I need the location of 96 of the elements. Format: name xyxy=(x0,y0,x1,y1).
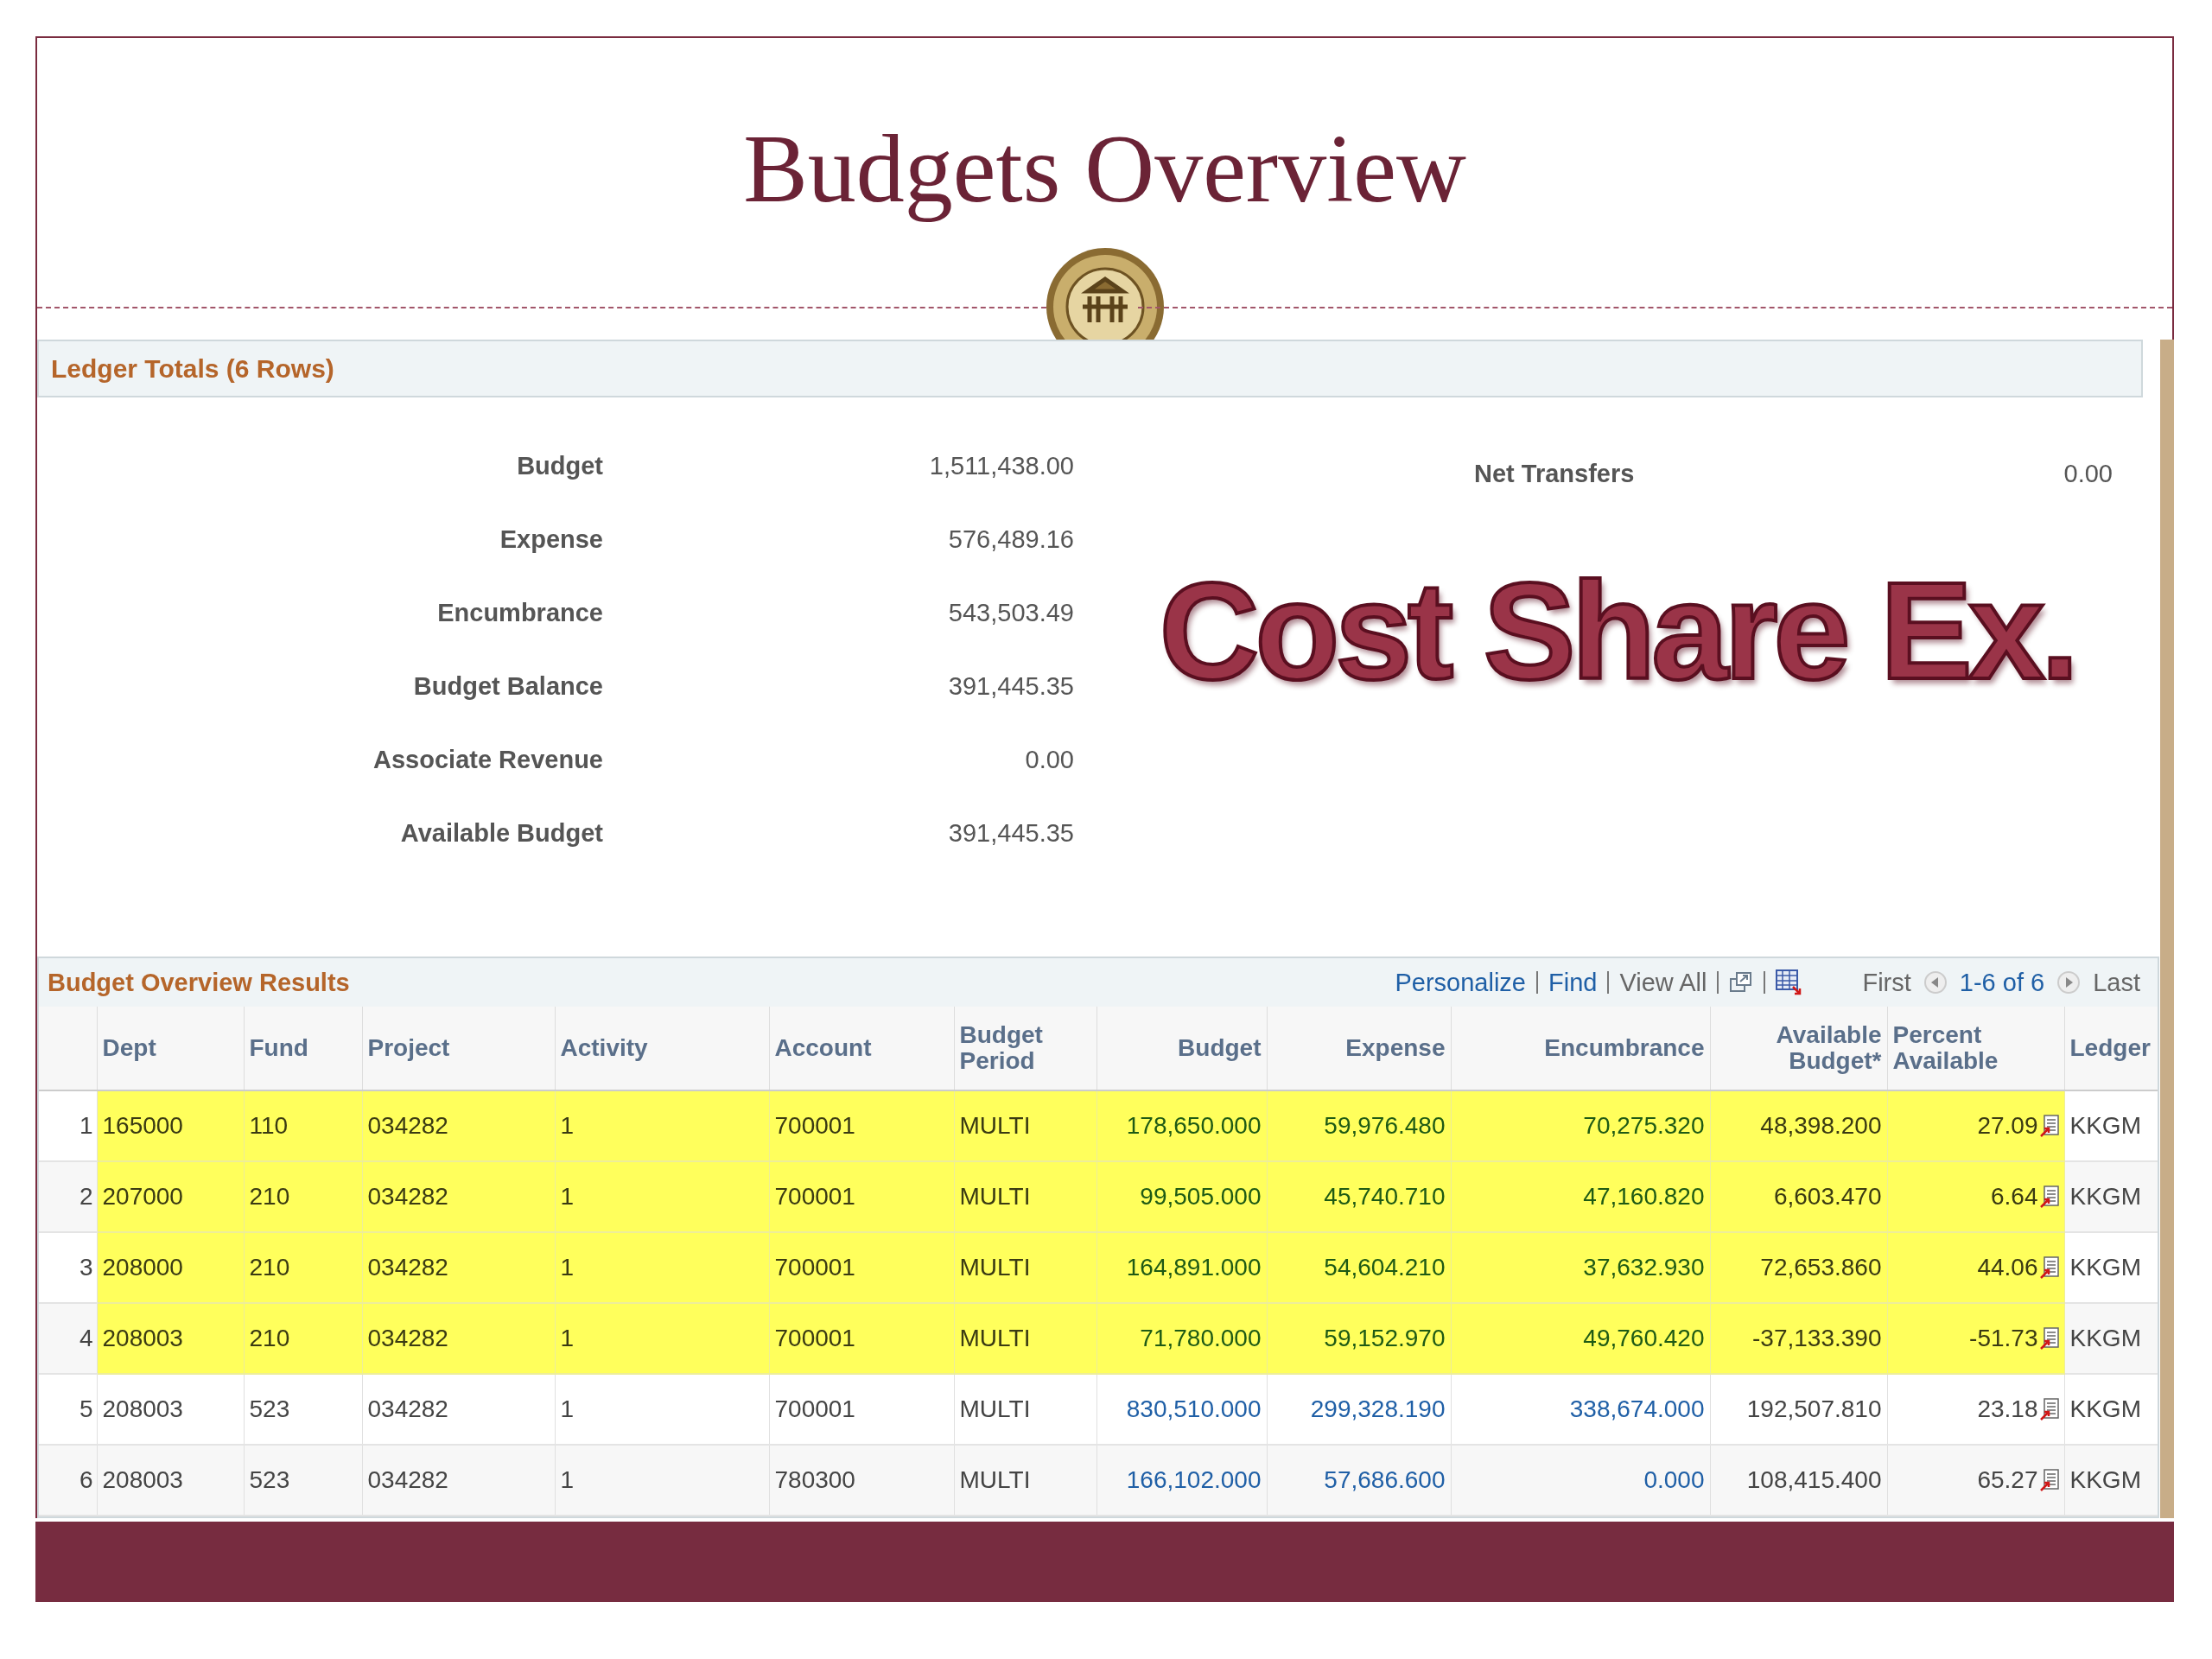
total-label: Available Budget xyxy=(399,818,603,849)
table-cell: 210 xyxy=(244,1161,362,1232)
table-cell: 034282 xyxy=(362,1232,555,1303)
previous-icon[interactable] xyxy=(1923,970,1948,995)
table-cell: KKGM xyxy=(2064,1303,2158,1374)
section-title: Budget Overview Results xyxy=(48,968,351,997)
amount-link[interactable]: 71,780.000 xyxy=(1096,1303,1267,1374)
row-number: 4 xyxy=(39,1303,97,1374)
table-cell: MULTI xyxy=(954,1445,1096,1516)
table-cell: 1 xyxy=(555,1445,769,1516)
percent-value: 27.09 xyxy=(1977,1112,2038,1140)
table-cell: 210 xyxy=(244,1232,362,1303)
table-cell: KKGM xyxy=(2064,1161,2158,1232)
amount-link[interactable]: 99,505.000 xyxy=(1096,1161,1267,1232)
report-icon[interactable] xyxy=(2039,1185,2059,1208)
section-title: Ledger Totals (6 Rows) xyxy=(51,353,334,384)
total-value: 1,511,438.00 xyxy=(928,451,1074,481)
table-cell: 700001 xyxy=(769,1303,954,1374)
row-number: 6 xyxy=(39,1445,97,1516)
next-icon[interactable] xyxy=(2056,970,2082,995)
table-cell: MULTI xyxy=(954,1232,1096,1303)
total-value: 391,445.35 xyxy=(947,818,1074,849)
overlay-caption: Cost Share Ex. xyxy=(1159,562,2075,700)
amount-link[interactable]: 0.000 xyxy=(1451,1445,1710,1516)
total-value: 543,503.49 xyxy=(947,598,1074,628)
amount-link[interactable]: 178,650.000 xyxy=(1096,1090,1267,1161)
first-link[interactable]: First xyxy=(1862,968,1911,997)
grid-download-icon[interactable] xyxy=(1776,969,1802,995)
table-cell: 1 xyxy=(555,1090,769,1161)
table-cell: MULTI xyxy=(954,1161,1096,1232)
table-cell: 034282 xyxy=(362,1445,555,1516)
report-icon[interactable] xyxy=(2039,1256,2059,1279)
amount-link[interactable]: 70,275.320 xyxy=(1451,1090,1710,1161)
table-cell: 6,603.470 xyxy=(1710,1161,1887,1232)
page-range: 1-6 of 6 xyxy=(1959,968,2045,997)
table-cell: 208000 xyxy=(97,1232,244,1303)
amount-link[interactable]: 166,102.000 xyxy=(1096,1445,1267,1516)
table-cell: MULTI xyxy=(954,1303,1096,1374)
toolbar-link[interactable]: Find xyxy=(1548,968,1598,997)
total-label: Net Transfers xyxy=(1474,459,1635,489)
amount-link[interactable]: 59,152.970 xyxy=(1267,1303,1451,1374)
total-label: Budget xyxy=(516,451,603,481)
total-value: 391,445.35 xyxy=(947,671,1074,702)
amount-link[interactable]: 45,740.710 xyxy=(1267,1161,1451,1232)
table-cell: -37,133.390 xyxy=(1710,1303,1887,1374)
toolbar-link[interactable]: Personalize xyxy=(1395,968,1526,997)
percent-value: 6.64 xyxy=(1991,1183,2038,1211)
table-cell: 110 xyxy=(244,1090,362,1161)
report-icon[interactable] xyxy=(2039,1469,2059,1491)
table-cell: 700001 xyxy=(769,1161,954,1232)
row-number: 2 xyxy=(39,1161,97,1232)
report-icon[interactable] xyxy=(2039,1115,2059,1137)
last-link[interactable]: Last xyxy=(2093,968,2140,997)
amount-link[interactable]: 47,160.820 xyxy=(1451,1161,1710,1232)
table-cell: 72,653.860 xyxy=(1710,1232,1887,1303)
total-label: Encumbrance xyxy=(436,598,603,628)
total-value: 576,489.16 xyxy=(947,524,1074,555)
table-cell: 165000 xyxy=(97,1090,244,1161)
table-cell: 034282 xyxy=(362,1161,555,1232)
table-cell: 210 xyxy=(244,1303,362,1374)
amount-link[interactable]: 59,976.480 xyxy=(1267,1090,1451,1161)
total-value: 0.00 xyxy=(2063,459,2113,489)
table-cell: 207000 xyxy=(97,1161,244,1232)
report-icon[interactable] xyxy=(2039,1327,2059,1350)
table-cell: 700001 xyxy=(769,1232,954,1303)
table-cell: 1 xyxy=(555,1161,769,1232)
percent-value: -51.73 xyxy=(1969,1325,2038,1352)
amount-link[interactable]: 37,632.930 xyxy=(1451,1232,1710,1303)
percent-value: 44.06 xyxy=(1977,1254,2038,1281)
total-label: Associate Revenue xyxy=(372,745,603,775)
table-cell: 780300 xyxy=(769,1445,954,1516)
amount-link[interactable]: 54,604.210 xyxy=(1267,1232,1451,1303)
table-cell: 034282 xyxy=(362,1303,555,1374)
table-cell: 208003 xyxy=(97,1445,244,1516)
amount-link[interactable]: 57,686.600 xyxy=(1267,1445,1451,1516)
toolbar-link[interactable]: View All xyxy=(1619,968,1707,997)
table-cell: 208003 xyxy=(97,1303,244,1374)
total-value: 0.00 xyxy=(1024,745,1074,775)
table-cell: 1 xyxy=(555,1232,769,1303)
table-cell: 034282 xyxy=(362,1090,555,1161)
table-cell: 1 xyxy=(555,1303,769,1374)
table-cell: 108,415.400 xyxy=(1710,1445,1887,1516)
table-cell: 700001 xyxy=(769,1090,954,1161)
table-cell: 523 xyxy=(244,1445,362,1516)
report-icon[interactable] xyxy=(2039,1398,2059,1421)
slide-title: Budgets Overview xyxy=(742,114,1467,224)
total-label: Budget Balance xyxy=(412,671,603,702)
table-cell: 48,398.200 xyxy=(1710,1090,1887,1161)
popout-icon[interactable] xyxy=(1729,971,1754,994)
total-label: Expense xyxy=(499,524,603,555)
amount-link[interactable]: 49,760.420 xyxy=(1451,1303,1710,1374)
percent-value: 65.27 xyxy=(1977,1466,2038,1494)
table-cell: MULTI xyxy=(954,1090,1096,1161)
table-cell: KKGM xyxy=(2064,1445,2158,1516)
percent-value: 23.18 xyxy=(1977,1395,2038,1423)
amount-link[interactable]: 164,891.000 xyxy=(1096,1232,1267,1303)
